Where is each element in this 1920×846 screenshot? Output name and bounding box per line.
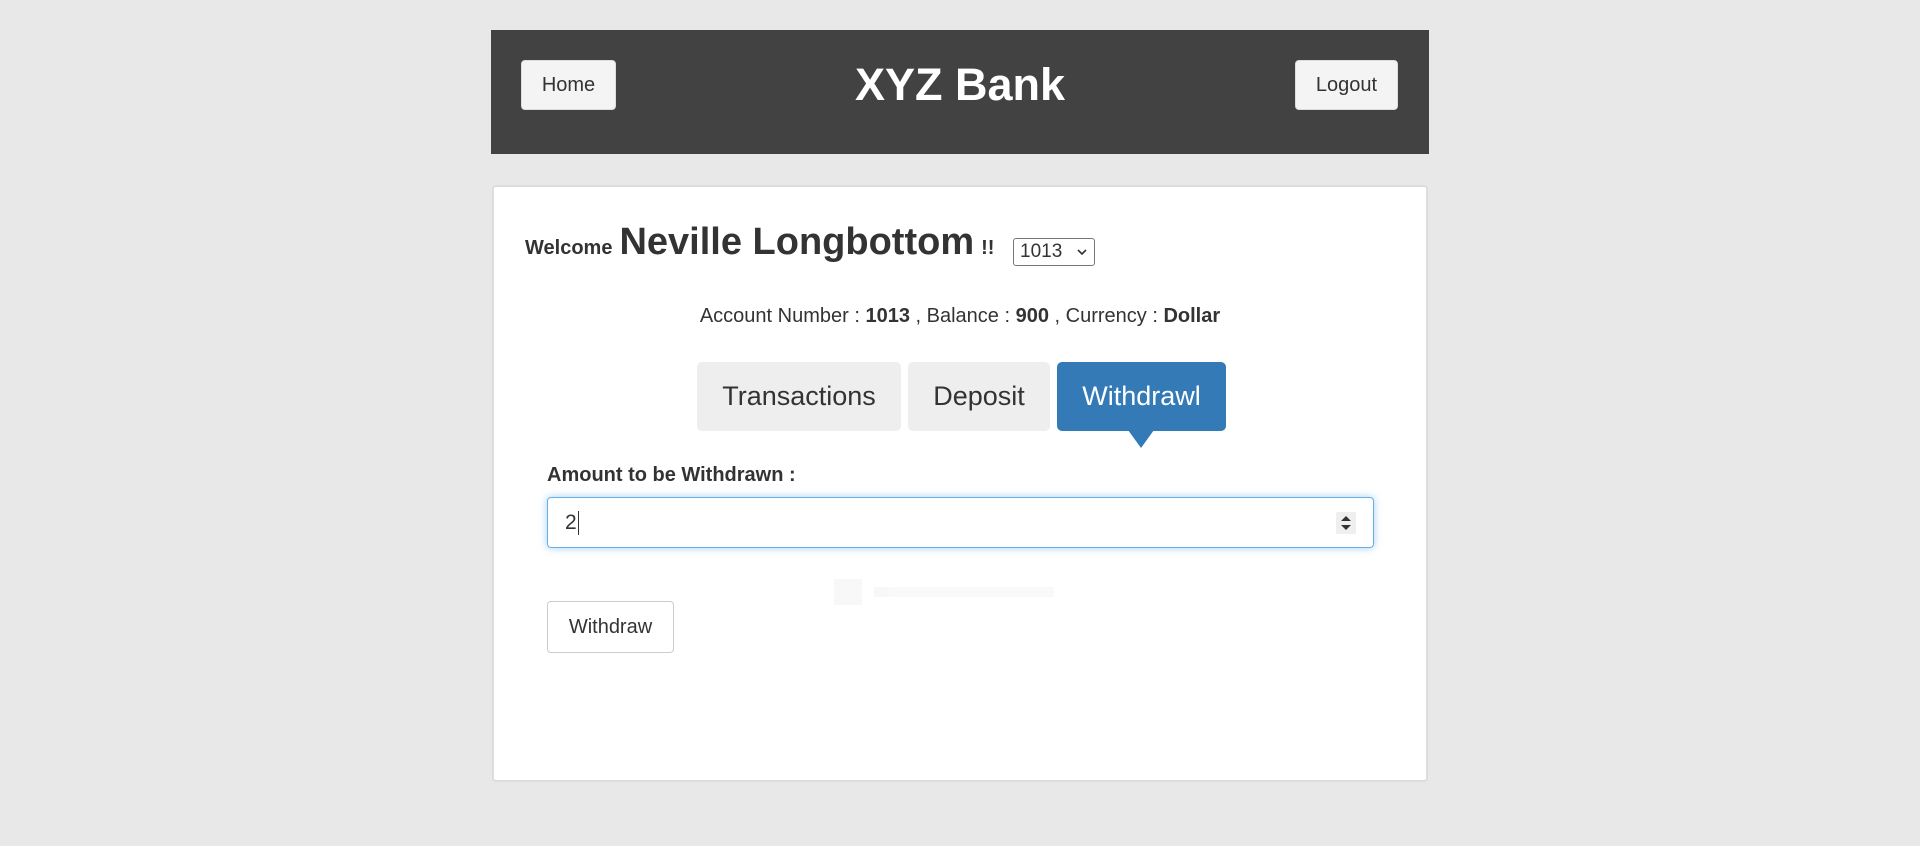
account-number-label: Account Number : [699,305,860,327]
tab-withdrawl[interactable]: Withdrawl [1057,362,1226,431]
text-cursor [577,510,579,535]
account-info: Account Number : 1013 , Balance : 900 , … [494,305,1426,328]
faded-message-line [874,587,1054,597]
welcome-label: Welcome [525,237,613,259]
currency-value: Dollar [1163,305,1221,327]
active-tab-pointer [1128,430,1154,448]
account-select-value: 1013 [1020,241,1063,262]
welcome-suffix: !! [981,237,995,259]
logout-button[interactable]: Logout [1295,60,1398,110]
tab-transactions[interactable]: Transactions [697,362,901,431]
customer-name: Neville Longbottom [619,221,975,263]
withdraw-button[interactable]: Withdraw [547,601,674,653]
account-number-value: 1013 [865,305,910,327]
bank-header: Home XYZ Bank Logout [491,30,1429,154]
bank-title: XYZ Bank [854,59,1066,110]
tab-deposit[interactable]: Deposit [908,362,1050,431]
spinner-arrows-icon[interactable] [1336,512,1356,534]
amount-input-value: 2 [565,510,577,534]
account-panel: Welcome Neville Longbottom !! 1013 Accou… [492,185,1428,782]
balance-value: 900 [1015,305,1049,327]
amount-label: Amount to be Withdrawn : [547,464,796,486]
faded-message-box [834,579,862,605]
amount-input[interactable]: 2 [547,497,1374,548]
chevron-down-icon [1077,249,1087,256]
balance-label: , Balance : [915,305,1011,327]
currency-label: , Currency : [1054,305,1158,327]
welcome-message: Welcome Neville Longbottom !! [525,221,994,264]
account-select[interactable]: 1013 [1013,238,1095,266]
faded-message [834,579,1064,605]
